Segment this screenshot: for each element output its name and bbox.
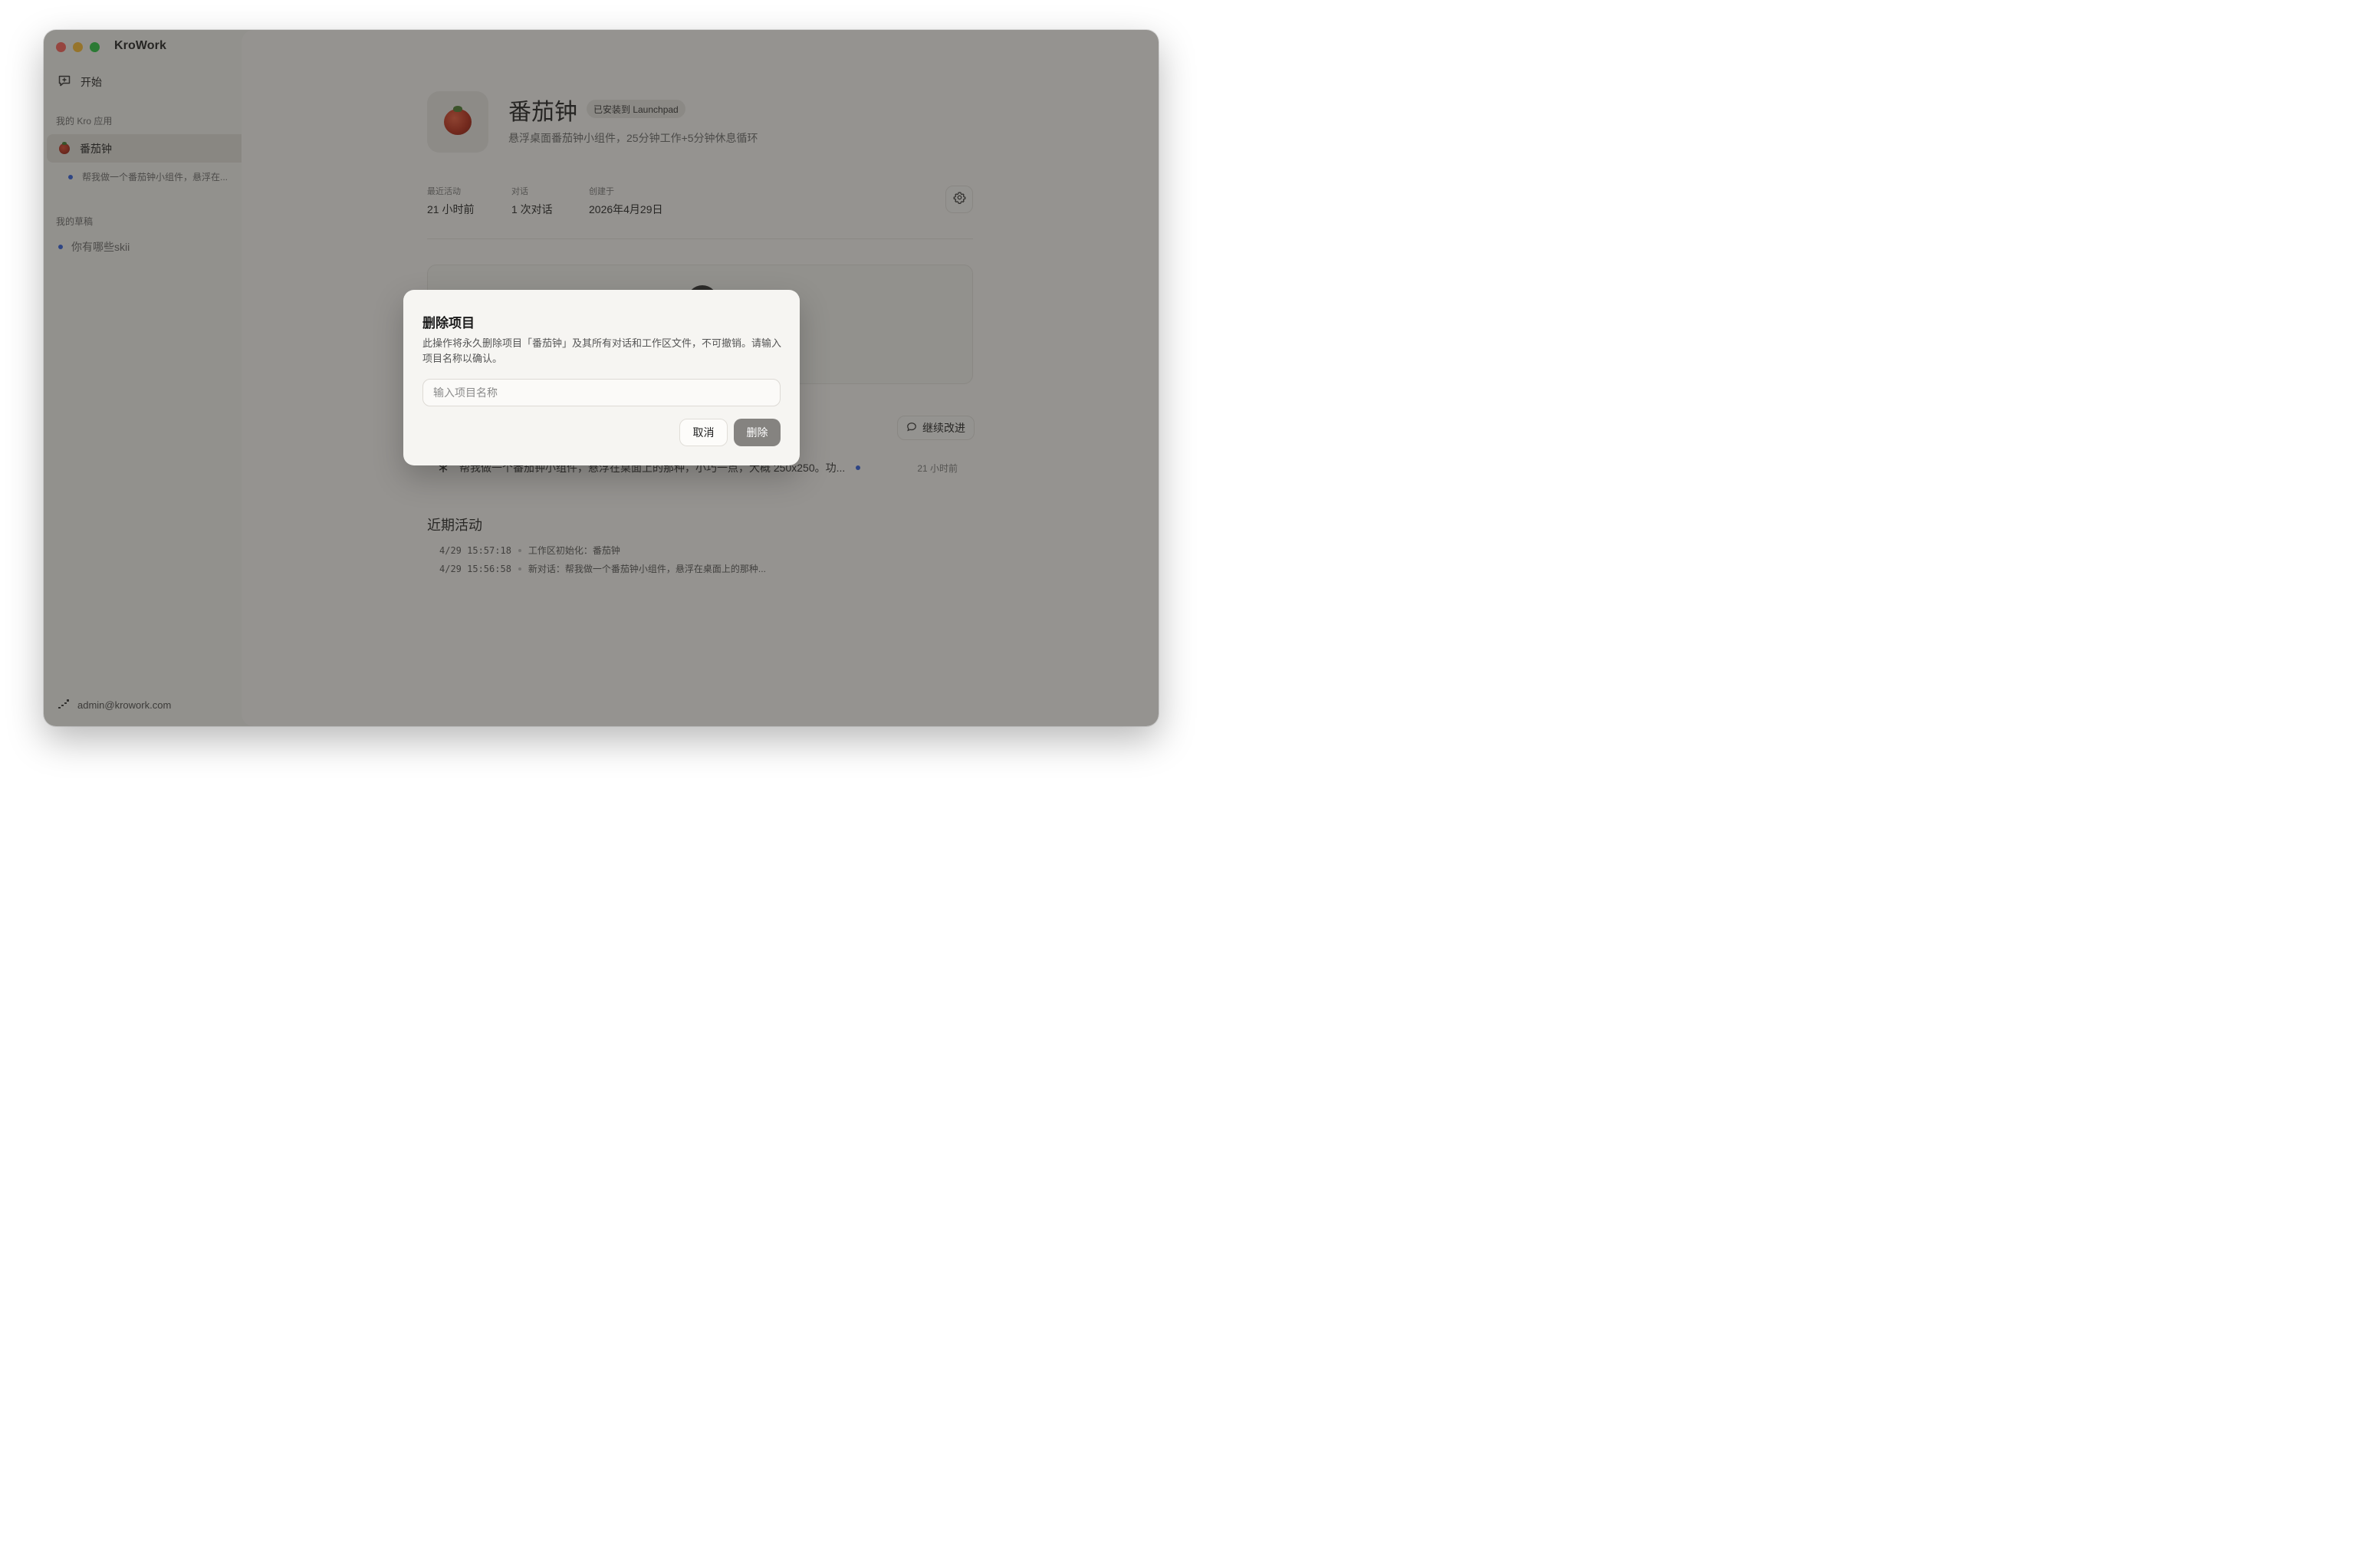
delete-button[interactable]: 删除 (734, 419, 781, 446)
app-window: KroWork 开始 我的 Kro 应用 番茄钟 帮我做一个番茄钟小组件，悬浮在… (44, 30, 1159, 726)
project-name-input[interactable] (422, 379, 781, 406)
dialog-title: 删除项目 (422, 316, 475, 330)
delete-project-dialog: 删除项目 此操作将永久删除项目「番茄钟」及其所有对话和工作区文件，不可撤销。请输… (403, 290, 800, 465)
dialog-message: 此操作将永久删除项目「番茄钟」及其所有对话和工作区文件，不可撤销。请输入项目名称… (422, 337, 782, 364)
cancel-button[interactable]: 取消 (679, 419, 728, 446)
